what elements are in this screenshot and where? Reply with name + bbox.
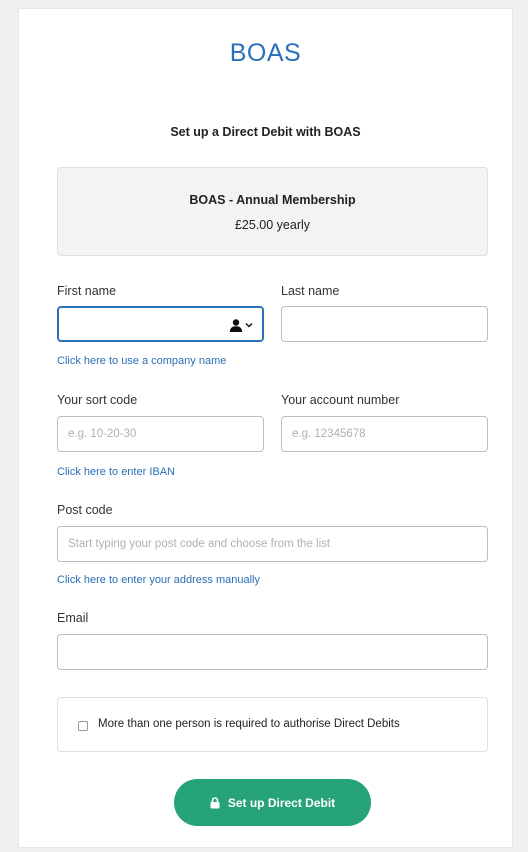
plan-price: £25.00 yearly	[234, 218, 311, 232]
email-input[interactable]	[57, 634, 488, 670]
last-name-input[interactable]	[281, 306, 488, 342]
sort-code-input[interactable]: e.g. 10-20-30	[57, 416, 264, 452]
address-manual-link[interactable]: Click here to enter your address manuall…	[57, 574, 260, 586]
person-icon	[229, 318, 243, 332]
sort-code-placeholder: e.g. 10-20-30	[68, 428, 137, 440]
first-name-input[interactable]	[57, 306, 264, 342]
multi-signatory-checkbox[interactable]	[78, 721, 88, 731]
plan-summary: BOAS - Annual Membership £25.00 yearly	[57, 167, 488, 256]
plan-name: BOAS - Annual Membership	[189, 193, 356, 207]
page-subtitle: Set up a Direct Debit with BOAS	[170, 125, 361, 139]
person-chevron-icon[interactable]	[229, 317, 255, 333]
setup-direct-debit-button[interactable]: Set up Direct Debit	[174, 779, 371, 826]
chevron-down-icon	[245, 323, 253, 328]
last-name-label: Last name	[281, 284, 340, 298]
iban-link[interactable]: Click here to enter IBAN	[57, 466, 175, 478]
post-code-label: Post code	[57, 503, 113, 517]
post-code-placeholder: Start typing your post code and choose f…	[68, 538, 331, 550]
account-number-input[interactable]: e.g. 12345678	[281, 416, 488, 452]
direct-debit-card: BOAS Set up a Direct Debit with BOAS BOA…	[18, 8, 513, 848]
sort-code-label: Your sort code	[57, 393, 138, 407]
multi-signatory-option: More than one person is required to auth…	[57, 697, 488, 752]
setup-direct-debit-label: Set up Direct Debit	[227, 795, 336, 810]
lock-icon	[210, 796, 220, 808]
multi-signatory-label[interactable]: More than one person is required to auth…	[98, 718, 400, 730]
account-number-placeholder: e.g. 12345678	[292, 428, 366, 440]
email-label: Email	[57, 611, 89, 625]
first-name-label: First name	[57, 284, 117, 298]
brand-logo: BOAS	[229, 39, 302, 67]
account-number-label: Your account number	[281, 393, 400, 407]
post-code-input[interactable]: Start typing your post code and choose f…	[57, 526, 488, 562]
company-name-link[interactable]: Click here to use a company name	[57, 355, 226, 367]
